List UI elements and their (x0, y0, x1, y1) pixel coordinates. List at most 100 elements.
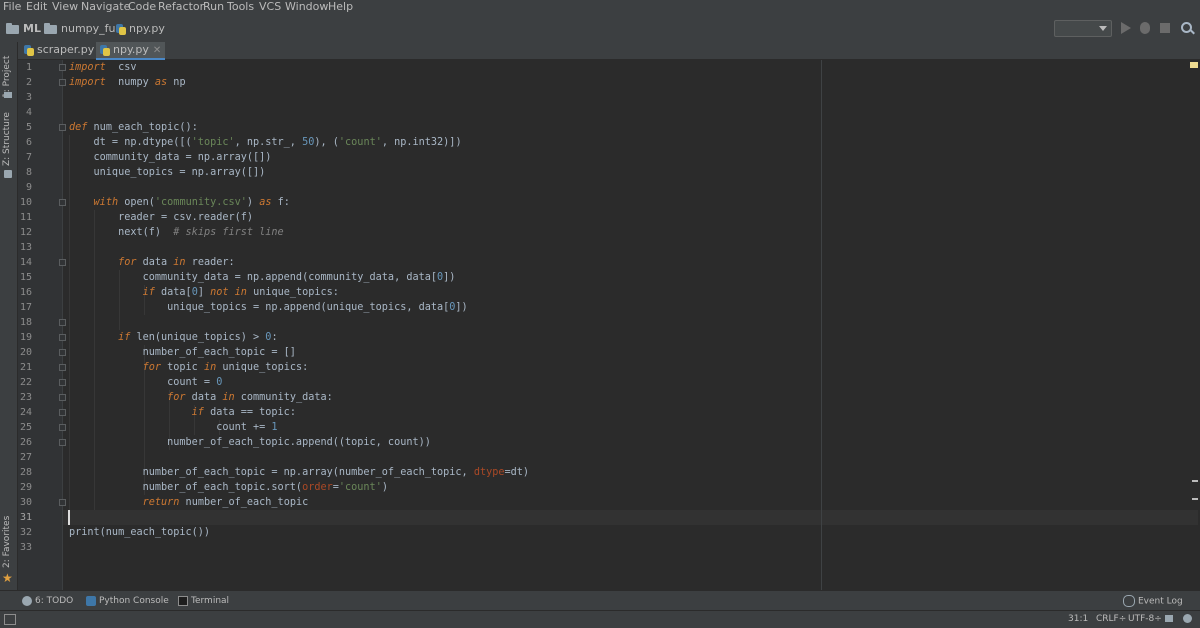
code-line[interactable]: import csv (69, 60, 136, 75)
fold-marker[interactable] (59, 349, 66, 356)
code-line[interactable]: number_of_each_topic = [] (69, 345, 296, 360)
code-line[interactable]: with open('community.csv') as f: (69, 195, 290, 210)
run-icon[interactable] (1118, 21, 1132, 35)
fold-marker[interactable] (59, 499, 66, 506)
search-icon[interactable] (1180, 21, 1194, 35)
tab-structure-label: Z: Structure (2, 112, 12, 166)
code-line[interactable]: count = 0 (69, 375, 222, 390)
line-number: 2 (25, 77, 32, 88)
fold-marker[interactable] (59, 124, 66, 131)
fold-marker[interactable] (59, 394, 66, 401)
code-line[interactable]: if data == topic: (69, 405, 296, 420)
menu-refactor[interactable]: Refactor (158, 0, 204, 14)
fold-marker[interactable] (59, 424, 66, 431)
breadcrumb-folder[interactable]: numpy_fun (44, 21, 122, 37)
terminal-button[interactable]: Terminal (178, 595, 229, 608)
line-separator[interactable]: CRLF÷ (1096, 613, 1126, 626)
code-line[interactable]: def num_each_topic(): (69, 120, 198, 135)
todo-icon (22, 595, 32, 606)
menu-help[interactable]: Help (328, 0, 353, 14)
fold-marker[interactable] (59, 334, 66, 341)
code-line[interactable]: number_of_each_topic.sort(order='count') (69, 480, 388, 495)
folder-icon (6, 22, 19, 34)
code-line[interactable]: for data in community_data: (69, 390, 333, 405)
tab-favorites-label: 2: Favorites (2, 515, 12, 568)
python-console-button[interactable]: Python Console (86, 595, 169, 608)
code-line[interactable]: if len(unique_topics) > 0: (69, 330, 278, 345)
line-number: 24 (19, 407, 32, 418)
tab-npy-py[interactable]: npy.py ✕ (96, 42, 166, 60)
star-icon: ★ (2, 571, 13, 585)
line-number: 8 (25, 167, 32, 178)
tab-structure[interactable]: Z: Structure (0, 112, 17, 184)
file-encoding[interactable]: UTF-8÷ (1128, 613, 1162, 626)
line-number: 26 (19, 437, 32, 448)
code-line[interactable]: reader = csv.reader(f) (69, 210, 253, 225)
code-line[interactable]: count += 1 (69, 420, 277, 435)
menu-tools[interactable]: Tools (227, 0, 254, 14)
inspection-status-marker[interactable] (1190, 62, 1198, 68)
menu-file[interactable]: File (3, 0, 21, 14)
debug-icon[interactable] (1138, 21, 1152, 35)
fold-marker[interactable] (59, 379, 66, 386)
line-number: 17 (19, 302, 32, 313)
close-icon[interactable]: ✕ (153, 45, 161, 56)
breadcrumb-label: npy.py (129, 22, 165, 35)
breadcrumb-file[interactable]: npy.py (116, 21, 165, 37)
fold-marker[interactable] (59, 199, 66, 206)
fold-marker[interactable] (59, 409, 66, 416)
code-line[interactable]: import numpy as np (69, 75, 186, 90)
line-number: 27 (19, 452, 32, 463)
code-line[interactable]: number_of_each_topic = np.array(number_o… (69, 465, 529, 480)
menu-vcs[interactable]: VCS (259, 0, 281, 14)
run-configuration-select[interactable] (1054, 20, 1112, 37)
code-line[interactable]: for data in reader: (69, 255, 235, 270)
fold-marker[interactable] (59, 79, 66, 86)
code-line[interactable]: community_data = np.append(community_dat… (69, 270, 456, 285)
code-line[interactable]: if data[0] not in unique_topics: (69, 285, 339, 300)
lock-icon[interactable] (1165, 615, 1173, 622)
code-line[interactable]: print(num_each_topic()) (69, 525, 210, 540)
line-number: 7 (25, 152, 32, 163)
tool-windows-icon[interactable] (4, 614, 16, 625)
code-line[interactable]: return number_of_each_topic (69, 495, 309, 510)
menu-navigate[interactable]: Navigate (81, 0, 130, 14)
line-number: 1 (25, 62, 32, 73)
code-line[interactable]: next(f) # skips first line (69, 225, 284, 240)
code-line[interactable]: number_of_each_topic.append((topic, coun… (69, 435, 431, 450)
line-number: 33 (19, 542, 32, 553)
tab-favorites[interactable]: 2: Favorites ★ (0, 516, 17, 588)
code-editor[interactable]: 1 2 3 4 5 6 7 8 9 10 11 12 13 14 15 16 1… (18, 60, 1200, 590)
line-number: 12 (19, 227, 32, 238)
code-line[interactable]: for topic in unique_topics: (69, 360, 309, 375)
menu-view[interactable]: View (52, 0, 78, 14)
code-line[interactable]: dt = np.dtype([('topic', np.str_, 50), (… (69, 135, 462, 150)
menu-edit[interactable]: Edit (26, 0, 47, 14)
hector-icon[interactable] (1183, 614, 1192, 623)
fold-marker[interactable] (59, 364, 66, 371)
tab-project[interactable]: 1: Project (0, 48, 17, 108)
stop-icon[interactable] (1158, 21, 1172, 35)
fold-marker[interactable] (59, 64, 66, 71)
menu-run[interactable]: Run (203, 0, 224, 14)
fold-marker[interactable] (59, 259, 66, 266)
line-number: 14 (19, 257, 32, 268)
fold-marker[interactable] (59, 319, 66, 326)
tab-label: scraper.py (37, 43, 95, 56)
todo-button[interactable]: 6: TODO (22, 595, 73, 608)
event-log-button[interactable]: Event Log (1123, 595, 1183, 609)
breadcrumb-project[interactable]: ML (6, 21, 41, 37)
code-line[interactable]: community_data = np.array([]) (69, 150, 272, 165)
code-line[interactable]: unique_topics = np.append(unique_topics,… (69, 300, 468, 315)
caret-position[interactable]: 31:1 (1068, 613, 1088, 626)
code-line[interactable]: unique_topics = np.array([]) (69, 165, 266, 180)
event-log-label: Event Log (1138, 596, 1183, 607)
line-number: 16 (19, 287, 32, 298)
line-number: 5 (25, 122, 32, 133)
line-number: 10 (19, 197, 32, 208)
menu-window[interactable]: Window (285, 0, 328, 14)
line-number: 22 (19, 377, 32, 388)
fold-marker[interactable] (59, 439, 66, 446)
line-number: 6 (25, 137, 32, 148)
menu-code[interactable]: Code (128, 0, 156, 14)
